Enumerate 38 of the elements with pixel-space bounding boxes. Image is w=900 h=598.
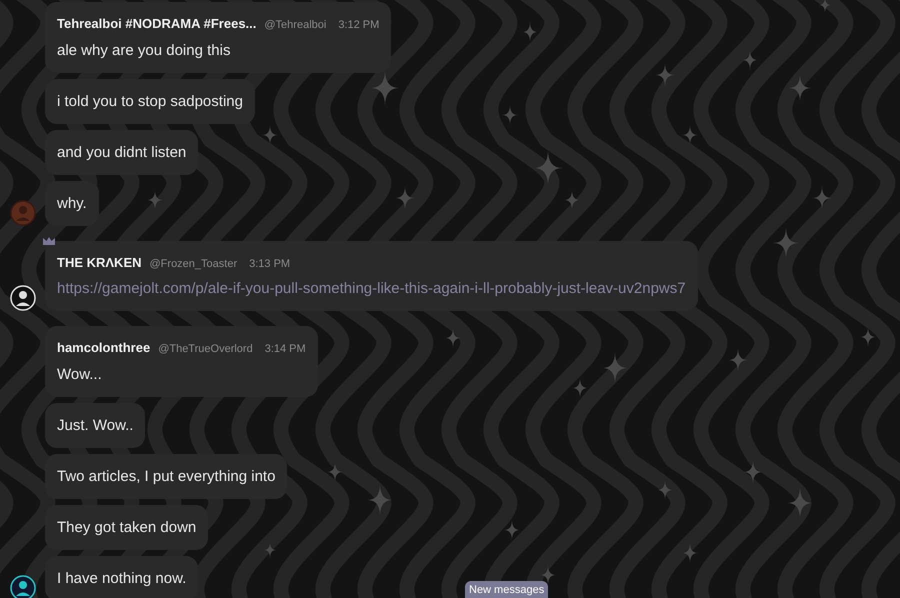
sparkle	[327, 462, 343, 482]
author-name[interactable]: Tehrealboi #NODRAMA #Frees...	[57, 14, 256, 34]
sparkle	[147, 190, 163, 210]
sparkle	[572, 378, 588, 398]
sparkle	[742, 50, 758, 70]
author-name[interactable]: THE KRΛKEN	[57, 252, 142, 272]
message-text: Just. Wow..	[57, 416, 134, 436]
message-time: 3:14 PM	[264, 342, 306, 357]
sparkle	[262, 125, 278, 145]
message-text: i told you to stop sadposting	[57, 92, 243, 112]
message-time: 3:12 PM	[338, 18, 380, 33]
message-text: They got taken down	[57, 518, 196, 538]
message-time: 3:13 PM	[249, 256, 290, 272]
author-handle: @TheTrueOverlord	[158, 342, 253, 357]
author-handle: @Tehrealboi	[264, 18, 326, 33]
sparkle	[502, 105, 518, 125]
sparkle	[860, 327, 876, 347]
sparkle	[682, 543, 698, 563]
author-handle: @Frozen_Toaster	[150, 256, 238, 272]
message-text: I have nothing now.	[57, 568, 186, 588]
sparkle	[657, 480, 673, 500]
sparkle	[682, 125, 698, 145]
sparkle	[504, 520, 520, 540]
message-text: Wow...	[57, 364, 103, 384]
message-text: and you didnt listen	[57, 142, 186, 162]
new-messages-button[interactable]: New messages	[465, 581, 548, 598]
sparkle	[564, 190, 580, 210]
sparkle	[540, 565, 556, 585]
sparkle	[445, 328, 461, 348]
message-text: Two articles, I put everything into	[57, 466, 276, 486]
sparkle	[264, 542, 276, 558]
author-name[interactable]: hamcolonthree	[57, 338, 150, 358]
message-text: why.	[57, 194, 87, 214]
sparkle	[818, 0, 832, 13]
avatar[interactable]	[10, 574, 36, 598]
message-text: ale why are you doing this	[57, 40, 232, 60]
message-link[interactable]: https://gamejolt.com/p/ale-if-you-pull-something-like-this-again-i-ll-probably-just-leav-uv2npws7	[57, 278, 686, 299]
sparkle	[522, 22, 538, 42]
